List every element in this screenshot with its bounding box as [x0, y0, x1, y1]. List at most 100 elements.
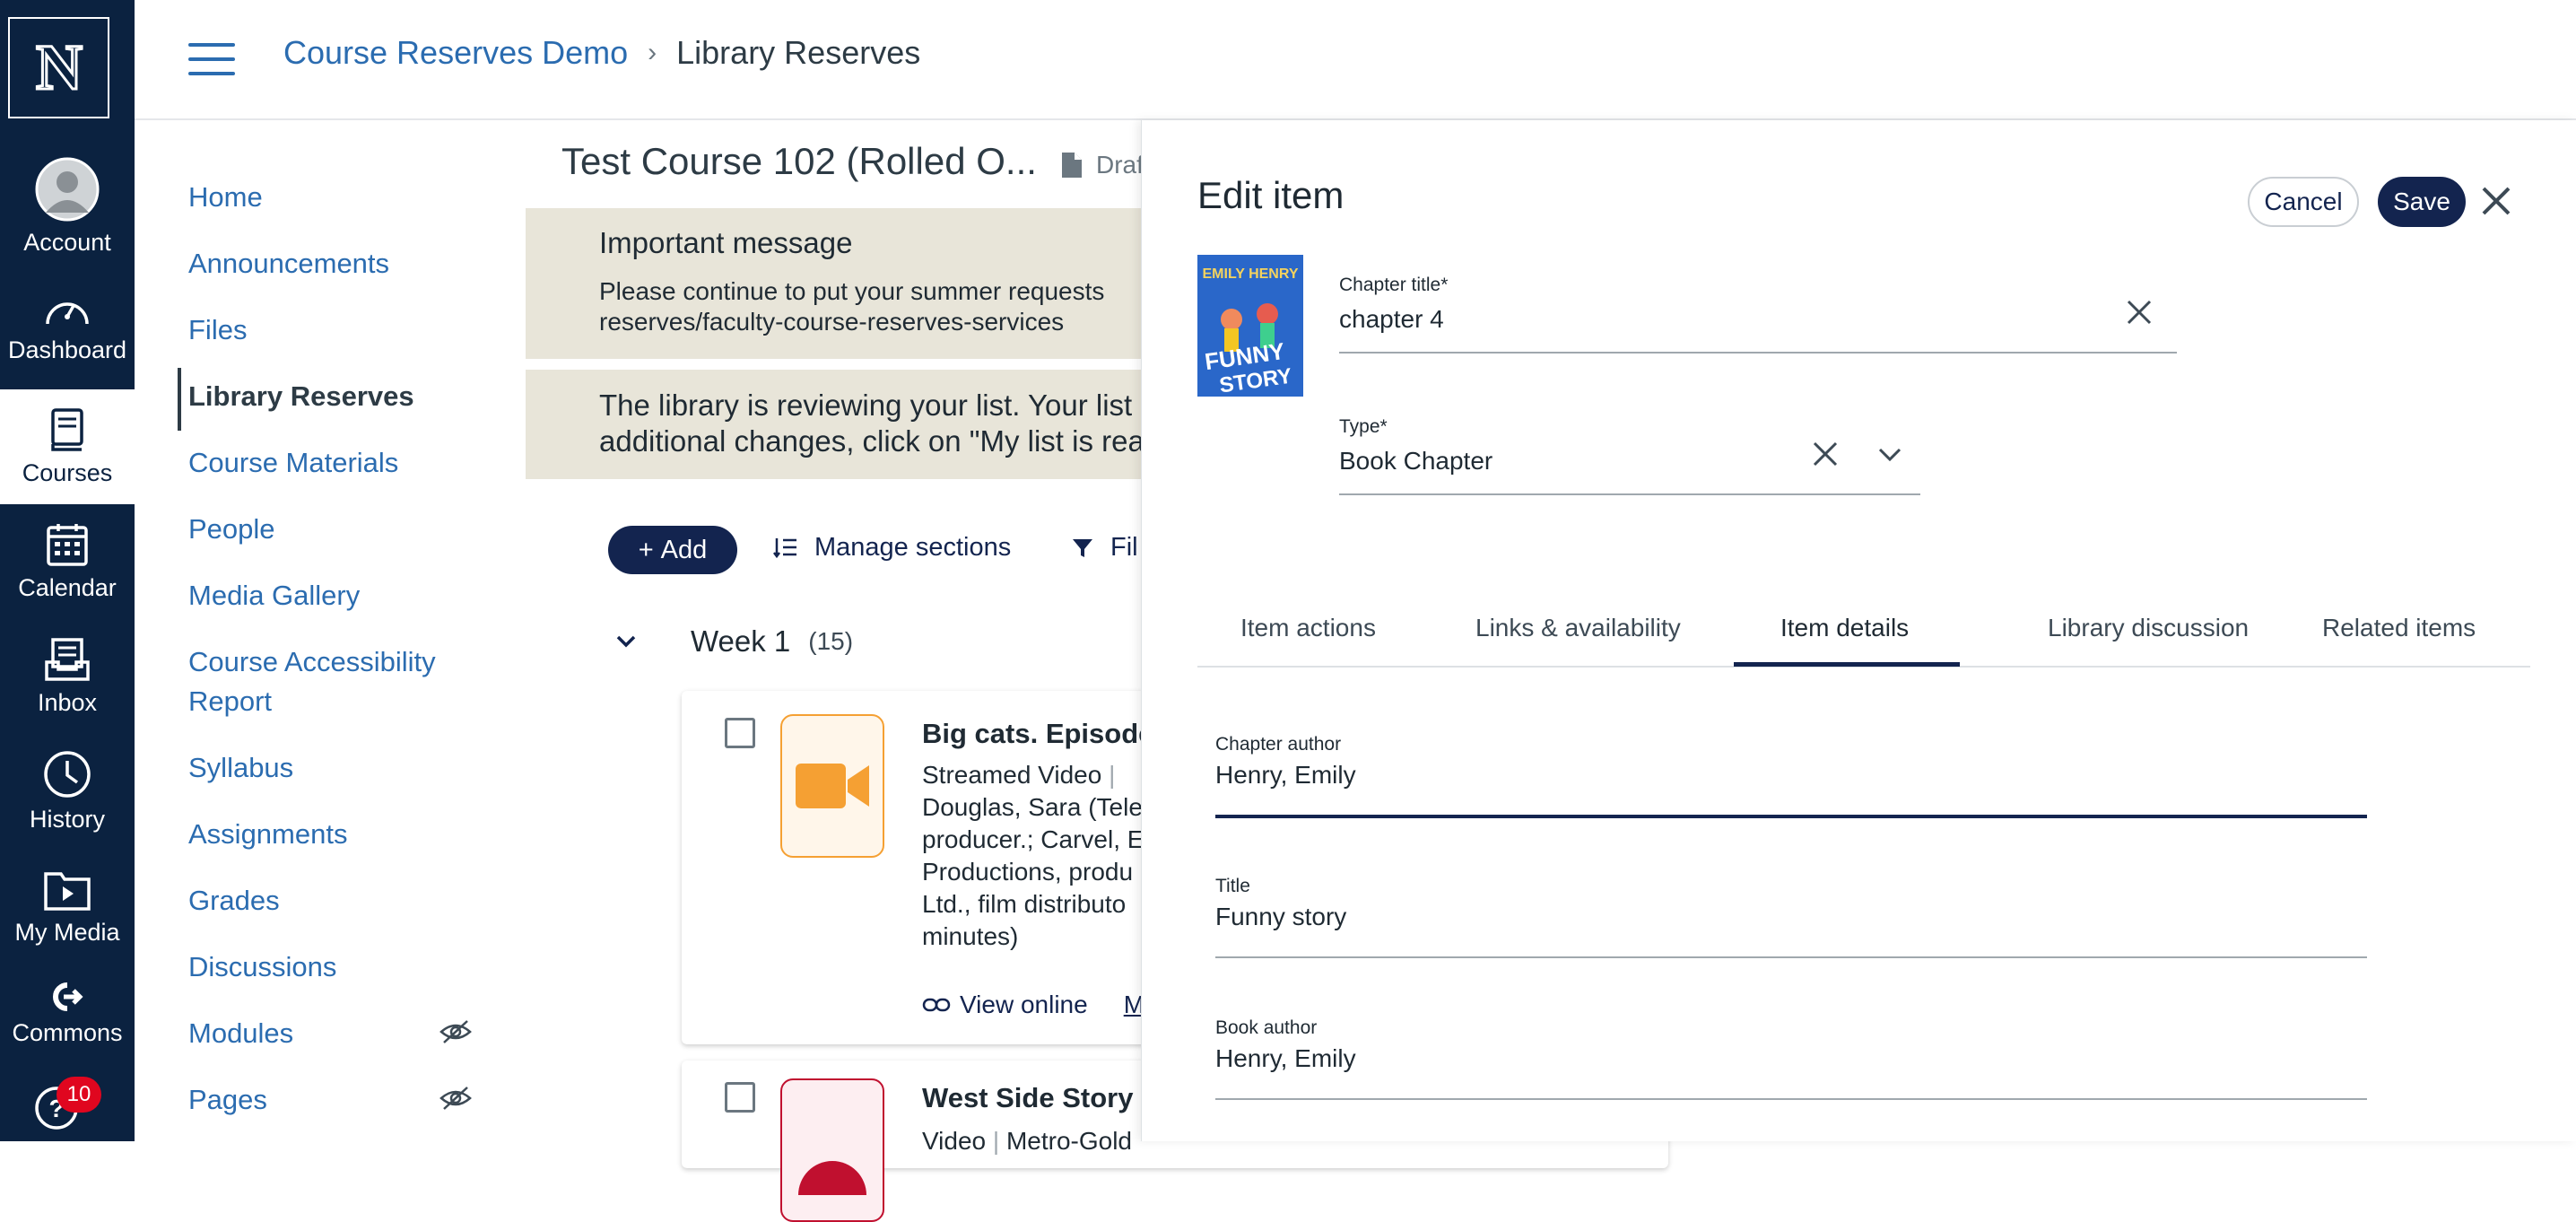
active-indicator	[178, 368, 181, 431]
field-underline	[1215, 1098, 2367, 1100]
page-header: Course Reserves Demo › Library Reserves	[135, 0, 2576, 120]
filter-icon	[1073, 538, 1092, 557]
global-nav-dashboard[interactable]: Dashboard	[0, 269, 135, 384]
clear-icon[interactable]	[2125, 298, 2154, 327]
view-online-label: View online	[960, 991, 1088, 1018]
hidden-eye-icon	[439, 1087, 472, 1110]
video-thumbnail	[780, 1078, 884, 1222]
chapter-title-input[interactable]: chapter 4	[1339, 305, 1444, 334]
tab-item-actions[interactable]: Item actions	[1240, 614, 1376, 642]
week-section-header[interactable]: Week 1 (15)	[615, 624, 853, 659]
course-nav-files[interactable]: Files	[188, 310, 511, 350]
breadcrumb: Course Reserves Demo › Library Reserves	[283, 34, 920, 72]
chapter-title-field[interactable]: Chapter title* chapter 4	[1339, 275, 2177, 354]
item-meta-line: Productions, produ	[922, 858, 1134, 886]
courses-icon	[51, 407, 83, 451]
add-label: Add	[660, 535, 708, 564]
type-label: Type*	[1339, 416, 1388, 437]
week-count: (15)	[808, 627, 854, 655]
manage-sections-button[interactable]: Manage sections	[773, 533, 1011, 563]
message-title: Important message	[599, 226, 853, 259]
inbox-icon	[45, 637, 90, 681]
chevron-down-icon[interactable]	[615, 634, 637, 649]
course-nav-syllabus[interactable]: Syllabus	[188, 748, 511, 788]
view-online-link[interactable]: View online M	[922, 991, 1144, 1019]
item-meta-line: minutes)	[922, 922, 1019, 950]
item-title[interactable]: Big cats. Episode	[922, 718, 1153, 750]
course-nav-course-materials[interactable]: Course Materials	[188, 443, 511, 483]
title-input[interactable]: Funny story	[1215, 903, 1346, 931]
type-select[interactable]: Type* Book Chapter	[1339, 416, 1920, 495]
field-underline	[1215, 815, 2367, 818]
add-button[interactable]: + Add	[608, 526, 737, 574]
item-title[interactable]: West Side Story	[922, 1082, 1133, 1114]
university-logo[interactable]: N	[8, 17, 109, 118]
global-nav: N Account Dashboard Courses Calendar Inb…	[0, 0, 135, 1141]
course-nav-announcements[interactable]: Announcements	[188, 244, 511, 284]
global-nav-inbox[interactable]: Inbox	[0, 619, 135, 734]
course-nav-people[interactable]: People	[188, 510, 511, 549]
field-underline	[1339, 352, 2177, 354]
drawer-title: Edit item	[1197, 174, 1345, 216]
notification-badge: 10	[57, 1077, 101, 1113]
edit-item-drawer: Edit item Cancel Save EMILY HENRY FUNNY …	[1141, 120, 2576, 1141]
global-nav-commons[interactable]: Commons	[0, 956, 135, 1071]
clear-icon[interactable]	[1811, 440, 1840, 468]
account-icon	[35, 157, 100, 221]
course-nav-grades[interactable]: Grades	[188, 881, 511, 921]
course-nav-assignments[interactable]: Assignments	[188, 815, 511, 854]
message-line: additional changes, click on "My list is…	[599, 424, 1144, 458]
type-value: Book Chapter	[1339, 447, 1493, 475]
tab-links-availability[interactable]: Links & availability	[1475, 614, 1681, 642]
cancel-button[interactable]: Cancel	[2248, 177, 2359, 227]
tab-item-details[interactable]: Item details	[1780, 614, 1909, 642]
global-nav-label: Commons	[12, 1018, 123, 1046]
breadcrumb-course-link[interactable]: Course Reserves Demo	[283, 34, 628, 72]
course-nav-discussions[interactable]: Discussions	[188, 947, 511, 987]
document-icon	[1062, 153, 1082, 178]
title-field[interactable]: Title Funny story	[1215, 876, 2367, 958]
global-nav-calendar[interactable]: Calendar	[0, 504, 135, 619]
chapter-author-input[interactable]: Henry, Emily	[1215, 761, 1356, 790]
hamburger-menu-icon[interactable]	[188, 43, 235, 75]
global-nav-label: Account	[23, 228, 111, 256]
week-label: Week 1	[691, 624, 791, 658]
my-media-icon	[44, 871, 91, 911]
link-icon	[922, 998, 951, 1012]
item-checkbox[interactable]	[725, 1082, 755, 1113]
message-line: Please continue to put your summer reque…	[599, 277, 1105, 305]
chapter-title-label: Chapter title*	[1339, 275, 1449, 295]
course-nav-media-gallery[interactable]: Media Gallery	[188, 576, 511, 615]
tab-library-discussion[interactable]: Library discussion	[2048, 614, 2249, 642]
plus-icon: +	[638, 535, 654, 564]
draft-status: Draft	[1060, 151, 1151, 179]
item-type: Streamed Video |	[922, 761, 1116, 789]
item-meta-line: producer.; Carvel, E	[922, 825, 1144, 853]
book-author-field[interactable]: Book author Henry, Emily	[1215, 1017, 2367, 1100]
global-nav-account[interactable]: Account	[0, 149, 135, 264]
save-button[interactable]: Save	[2378, 177, 2466, 227]
filter-button[interactable]: Fil	[1071, 533, 1138, 563]
hidden-eye-icon	[439, 1020, 472, 1043]
breadcrumb-separator-icon: ›	[648, 38, 657, 67]
logo-n-icon: N	[34, 37, 83, 100]
book-author-label: Book author	[1215, 1017, 1318, 1038]
global-nav-history[interactable]: History	[0, 734, 135, 849]
chevron-down-icon[interactable]	[1877, 447, 1902, 463]
course-nav-accessibility-report[interactable]: Course Accessibility Report	[188, 642, 475, 721]
global-nav-courses[interactable]: Courses	[0, 389, 135, 504]
global-nav-label: Courses	[22, 458, 113, 486]
book-author-input[interactable]: Henry, Emily	[1215, 1044, 1356, 1073]
calendar-icon	[47, 523, 88, 566]
tab-related-items[interactable]: Related items	[2322, 614, 2476, 642]
chapter-author-field[interactable]: Chapter author Henry, Emily	[1215, 734, 2367, 818]
commons-icon	[53, 982, 83, 1011]
history-icon	[44, 750, 91, 798]
message-body: Please continue to put your summer reque…	[599, 276, 1104, 337]
global-nav-my-media[interactable]: My Media	[0, 849, 135, 964]
course-nav-home[interactable]: Home	[188, 178, 511, 217]
close-icon[interactable]	[2480, 185, 2512, 217]
course-nav-library-reserves[interactable]: Library Reserves	[188, 377, 511, 416]
item-checkbox[interactable]	[725, 718, 755, 748]
course-title: Test Course 102 (Rolled O...	[561, 140, 1037, 182]
